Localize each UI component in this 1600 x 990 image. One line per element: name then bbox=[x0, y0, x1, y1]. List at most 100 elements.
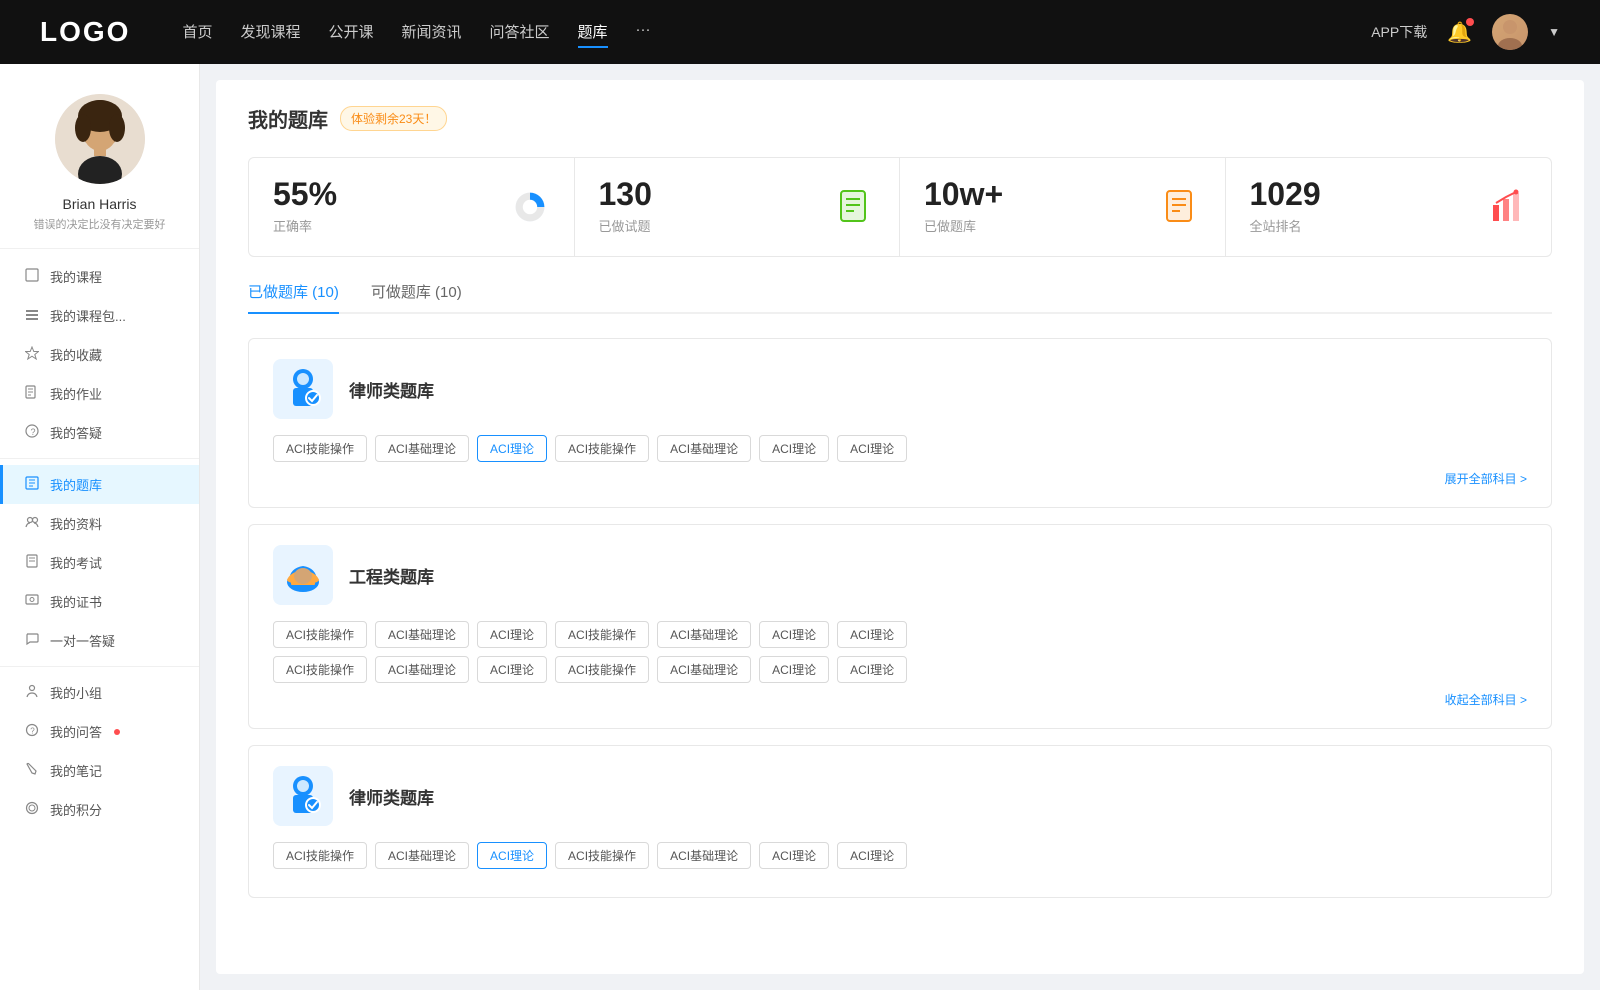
points-icon bbox=[24, 801, 40, 818]
note-green-icon bbox=[837, 189, 873, 225]
sidebar-item-my-profile[interactable]: 我的资料 bbox=[0, 504, 199, 543]
stat-done-questions: 130 已做试题 bbox=[575, 158, 901, 256]
tag[interactable]: ACI理论 bbox=[759, 842, 829, 869]
sidebar-item-my-package[interactable]: 我的课程包... bbox=[0, 296, 199, 335]
tag[interactable]: ACI技能操作 bbox=[273, 656, 367, 683]
svg-text:?: ? bbox=[30, 727, 35, 736]
tag[interactable]: ACI理论 bbox=[837, 621, 907, 648]
sidebar-item-my-cert[interactable]: 我的证书 bbox=[0, 582, 199, 621]
tag[interactable]: ACI基础理论 bbox=[657, 621, 751, 648]
tag[interactable]: ACI技能操作 bbox=[555, 621, 649, 648]
sidebar-label-my-favorite: 我的收藏 bbox=[50, 345, 102, 364]
bank-card-lawyer-2: 律师类题库 ACI技能操作 ACI基础理论 ACI理论 ACI技能操作 ACI基… bbox=[248, 745, 1552, 898]
stat-accuracy-label: 正确率 bbox=[273, 219, 312, 234]
top-navigation: LOGO 首页 发现课程 公开课 新闻资讯 问答社区 题库 ··· APP下载 … bbox=[0, 0, 1600, 64]
sidebar-label-my-package: 我的课程包... bbox=[50, 306, 126, 325]
nav-home[interactable]: 首页 bbox=[182, 17, 212, 48]
stat-done-banks-icon-wrap bbox=[1161, 187, 1201, 227]
tag[interactable]: ACI技能操作 bbox=[555, 656, 649, 683]
tag-active[interactable]: ACI理论 bbox=[477, 842, 547, 869]
tag[interactable]: ACI技能操作 bbox=[555, 435, 649, 462]
tag[interactable]: ACI理论 bbox=[759, 435, 829, 462]
sidebar-item-my-note[interactable]: 我的笔记 bbox=[0, 751, 199, 790]
bank-title-engineer: 工程类题库 bbox=[349, 563, 434, 588]
stat-done-banks-label: 已做题库 bbox=[924, 219, 976, 234]
question-icon: ? bbox=[24, 723, 40, 740]
tag[interactable]: ACI技能操作 bbox=[273, 435, 367, 462]
tag[interactable]: ACI理论 bbox=[759, 656, 829, 683]
nav-discover[interactable]: 发现课程 bbox=[240, 17, 300, 48]
tag[interactable]: ACI基础理论 bbox=[375, 842, 469, 869]
sidebar-label-my-qa: 我的答疑 bbox=[50, 423, 102, 442]
tag[interactable]: ACI基础理论 bbox=[657, 842, 751, 869]
nav-qa[interactable]: 问答社区 bbox=[490, 17, 550, 48]
sidebar-label-my-course: 我的课程 bbox=[50, 267, 102, 286]
bank-tags-engineer-row2: ACI技能操作 ACI基础理论 ACI理论 ACI技能操作 ACI基础理论 AC… bbox=[273, 656, 1527, 683]
sidebar-divider-2 bbox=[0, 666, 199, 667]
question-red-dot bbox=[114, 729, 120, 735]
tag[interactable]: ACI基础理论 bbox=[657, 435, 751, 462]
lawyer-icon-1 bbox=[280, 366, 326, 412]
star-icon bbox=[24, 346, 40, 363]
bank-tags-engineer-row1: ACI技能操作 ACI基础理论 ACI理论 ACI技能操作 ACI基础理论 AC… bbox=[273, 621, 1527, 648]
profile-avatar bbox=[55, 94, 145, 184]
qa-icon: ? bbox=[24, 424, 40, 441]
sidebar-item-my-bank[interactable]: 我的题库 bbox=[0, 465, 199, 504]
tag[interactable]: ACI基础理论 bbox=[375, 435, 469, 462]
trial-badge: 体验剩余23天！ bbox=[340, 106, 447, 131]
tab-done-banks[interactable]: 已做题库 (10) bbox=[248, 281, 339, 312]
user-name: Brian Harris bbox=[63, 196, 137, 212]
sidebar-label-my-exam: 我的考试 bbox=[50, 553, 102, 572]
sidebar-item-my-qa[interactable]: ? 我的答疑 bbox=[0, 413, 199, 452]
tag[interactable]: ACI基础理论 bbox=[375, 621, 469, 648]
exam-icon bbox=[24, 554, 40, 571]
stat-accuracy: 55% 正确率 bbox=[249, 158, 575, 256]
tag[interactable]: ACI理论 bbox=[477, 621, 547, 648]
bank-card-lawyer-1-header: 律师类题库 bbox=[273, 359, 1527, 419]
note-icon bbox=[24, 762, 40, 779]
engineer-icon bbox=[280, 552, 326, 598]
tag[interactable]: ACI技能操作 bbox=[273, 842, 367, 869]
tag[interactable]: ACI技能操作 bbox=[555, 842, 649, 869]
tag[interactable]: ACI理论 bbox=[759, 621, 829, 648]
nav-open-course[interactable]: 公开课 bbox=[328, 17, 373, 48]
expand-button-1[interactable]: 展开全部科目 > bbox=[273, 470, 1527, 487]
sidebar-item-my-question[interactable]: ? 我的问答 bbox=[0, 712, 199, 751]
lawyer-icon-2 bbox=[280, 773, 326, 819]
sidebar-item-my-group[interactable]: 我的小组 bbox=[0, 673, 199, 712]
tag[interactable]: ACI理论 bbox=[837, 435, 907, 462]
tag[interactable]: ACI理论 bbox=[837, 656, 907, 683]
tag[interactable]: ACI理论 bbox=[837, 842, 907, 869]
page-title: 我的题库 bbox=[248, 104, 328, 133]
sidebar-label-my-homework: 我的作业 bbox=[50, 384, 102, 403]
note-orange-icon bbox=[1163, 189, 1199, 225]
stat-accuracy-icon-wrap bbox=[510, 187, 550, 227]
tab-row: 已做题库 (10) 可做题库 (10) bbox=[248, 281, 1552, 314]
tag[interactable]: ACI基础理论 bbox=[375, 656, 469, 683]
sidebar-item-my-points[interactable]: 我的积分 bbox=[0, 790, 199, 829]
nav-bank[interactable]: 题库 bbox=[578, 17, 608, 48]
user-dropdown-icon[interactable]: ▼ bbox=[1548, 25, 1560, 39]
notification-bell[interactable]: 🔔 bbox=[1447, 20, 1472, 45]
sidebar-item-my-course[interactable]: 我的课程 bbox=[0, 257, 199, 296]
nav-more[interactable]: ··· bbox=[636, 17, 651, 48]
sidebar-item-one-on-one[interactable]: 一对一答疑 bbox=[0, 621, 199, 660]
user-avatar[interactable] bbox=[1492, 14, 1528, 50]
tag[interactable]: ACI技能操作 bbox=[273, 621, 367, 648]
bank-title-lawyer-2: 律师类题库 bbox=[349, 784, 434, 809]
app-download-link[interactable]: APP下载 bbox=[1371, 22, 1427, 42]
nav-news[interactable]: 新闻资讯 bbox=[402, 17, 462, 48]
tag[interactable]: ACI基础理论 bbox=[657, 656, 751, 683]
sidebar-item-my-exam[interactable]: 我的考试 bbox=[0, 543, 199, 582]
collapse-button[interactable]: 收起全部科目 > bbox=[273, 691, 1527, 708]
tag[interactable]: ACI理论 bbox=[477, 656, 547, 683]
tab-available-banks[interactable]: 可做题库 (10) bbox=[371, 281, 462, 312]
svg-text:?: ? bbox=[31, 427, 36, 437]
sidebar-item-my-homework[interactable]: 我的作业 bbox=[0, 374, 199, 413]
sidebar-item-my-favorite[interactable]: 我的收藏 bbox=[0, 335, 199, 374]
bank-title-lawyer-1: 律师类题库 bbox=[349, 377, 434, 402]
tag-active[interactable]: ACI理论 bbox=[477, 435, 547, 462]
page-header: 我的题库 体验剩余23天！ bbox=[248, 104, 1552, 133]
sidebar-label-one-on-one: 一对一答疑 bbox=[50, 631, 115, 650]
stat-rank: 1029 全站排名 bbox=[1226, 158, 1552, 256]
